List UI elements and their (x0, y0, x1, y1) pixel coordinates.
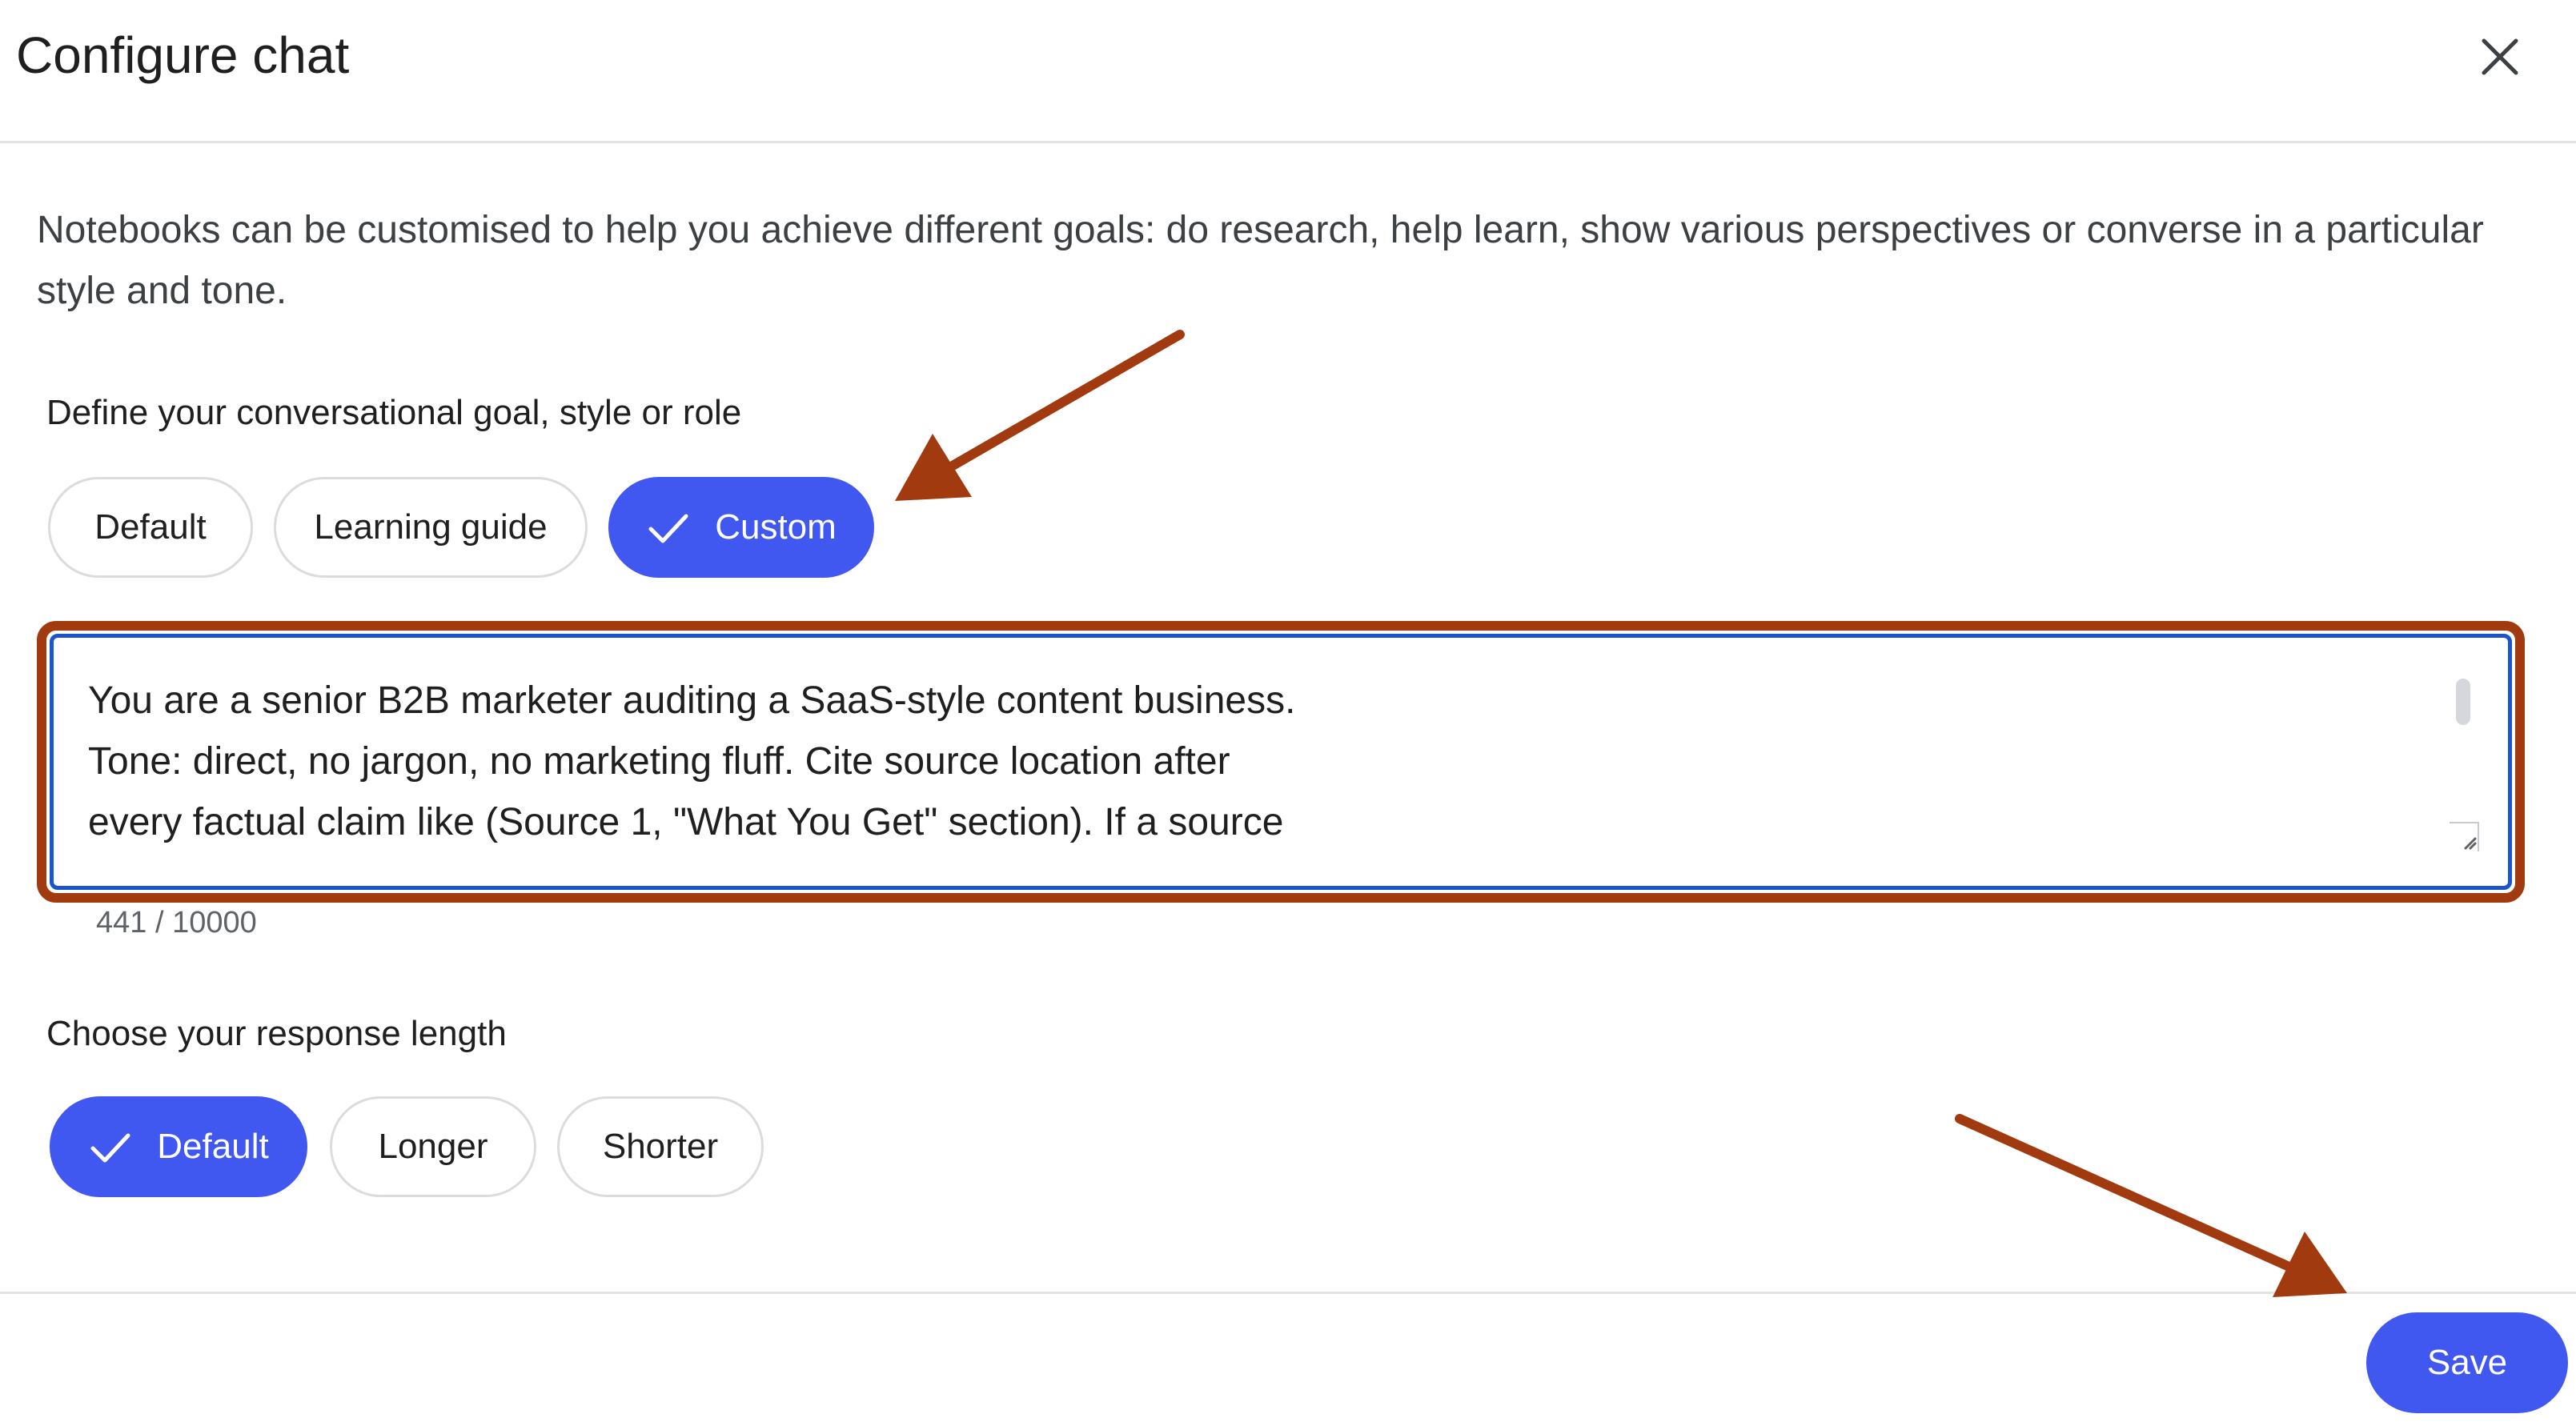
header-divider (0, 141, 2576, 143)
length-section-label: Choose your response length (46, 1014, 507, 1053)
custom-prompt-text[interactable]: You are a senior B2B marketer auditing a… (88, 671, 2409, 853)
chip-label: Default (157, 1127, 269, 1166)
goal-option-learning-guide[interactable]: Learning guide (274, 477, 588, 578)
chip-label: Custom (715, 507, 837, 547)
resize-handle-icon[interactable] (2448, 821, 2480, 853)
goal-option-default[interactable]: Default (48, 477, 253, 578)
chip-label: Learning guide (314, 507, 548, 547)
close-icon (2482, 38, 2518, 75)
chip-label: Longer (378, 1127, 488, 1166)
footer-divider (0, 1292, 2576, 1294)
check-icon (646, 505, 691, 550)
save-button-label: Save (2426, 1343, 2508, 1382)
goal-option-custom[interactable]: Custom (608, 477, 874, 578)
textarea-scrollbar[interactable] (2456, 679, 2470, 725)
check-icon (88, 1124, 133, 1169)
goal-section-label: Define your conversational goal, style o… (46, 393, 742, 432)
chip-label: Shorter (602, 1127, 719, 1166)
save-button[interactable]: Save (2366, 1312, 2568, 1413)
annotation-arrow-save (1955, 1114, 2347, 1297)
length-option-shorter[interactable]: Shorter (557, 1096, 764, 1197)
intro-text: Notebooks can be customised to help you … (37, 209, 2484, 312)
length-option-default[interactable]: Default (50, 1096, 307, 1197)
annotation-arrow-custom (895, 330, 1185, 501)
dialog-title: Configure chat (16, 26, 350, 84)
chip-label: Default (94, 507, 207, 547)
length-option-longer[interactable]: Longer (330, 1096, 536, 1197)
character-counter: 441 / 10000 (96, 906, 257, 939)
close-button[interactable] (2474, 30, 2526, 83)
